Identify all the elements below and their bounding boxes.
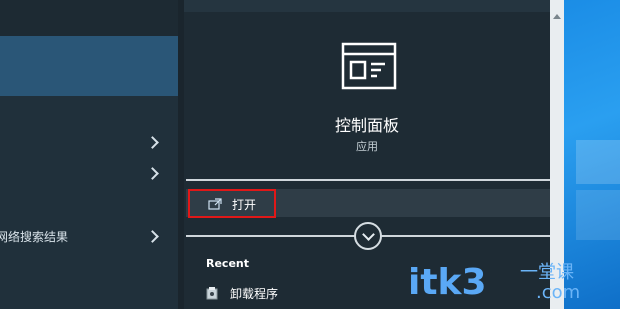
desktop-tile — [576, 140, 620, 184]
top-strip — [184, 0, 550, 12]
selected-result-row[interactable] — [0, 36, 178, 96]
app-type: 应用 — [356, 140, 378, 153]
expand-button[interactable] — [354, 222, 382, 250]
search-top-bar — [0, 0, 178, 36]
watermark-top: 一堂课 — [520, 262, 574, 283]
watermark-bottom: .com — [536, 282, 581, 303]
result-row[interactable] — [0, 159, 178, 187]
recent-item-label: 卸载程序 — [230, 287, 279, 301]
open-label: 打开 — [232, 198, 257, 212]
chevron-down-icon — [362, 228, 375, 241]
scroll-up-arrow-icon[interactable] — [553, 14, 561, 19]
web-results-label: 网络搜索结果 — [0, 230, 69, 244]
recent-header: Recent — [206, 257, 250, 270]
open-external-icon — [208, 198, 222, 210]
watermark-side: 一堂课 .com — [520, 258, 610, 306]
watermark: itk3 一堂课 .com — [408, 258, 608, 306]
chevron-right-icon[interactable] — [146, 167, 159, 180]
chevron-right-icon[interactable] — [146, 230, 159, 243]
divider — [186, 179, 550, 181]
watermark-text: itk3 — [408, 262, 487, 303]
web-results-row[interactable]: 网络搜索结果 — [0, 222, 178, 250]
desktop-tile — [576, 190, 620, 240]
recent-item[interactable]: 卸载程序 — [206, 284, 326, 304]
app-title: 控制面板 — [334, 116, 399, 135]
uninstall-program-icon — [206, 287, 218, 300]
control-panel-icon — [341, 42, 397, 90]
open-button[interactable]: 打开 — [188, 189, 276, 218]
result-row[interactable] — [0, 128, 178, 156]
chevron-right-icon[interactable] — [146, 136, 159, 149]
